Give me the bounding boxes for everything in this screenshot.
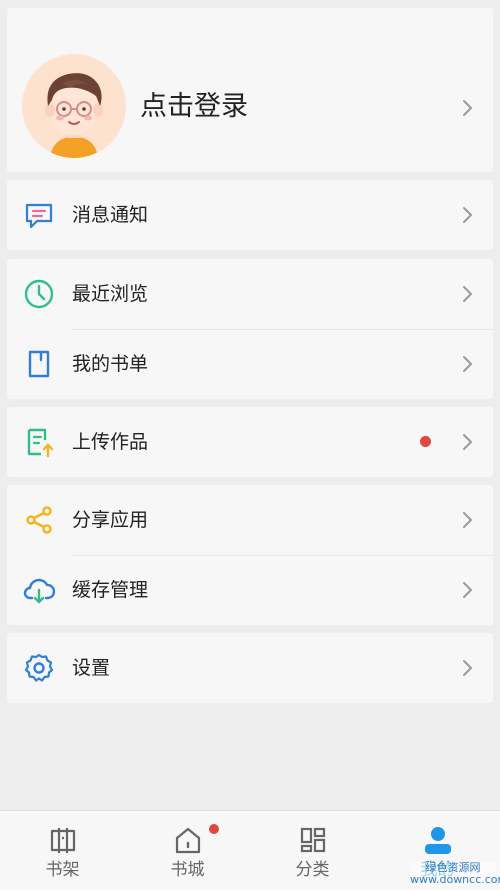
- menu-item-share[interactable]: 分享应用: [7, 485, 493, 555]
- person-icon: [425, 827, 451, 854]
- menu-group-upload: 上传作品: [7, 407, 493, 477]
- menu-label: 缓存管理: [72, 579, 149, 601]
- watermark-logo: 绿色资源网 www.downcc.com: [410, 862, 500, 886]
- menu-label: 设置: [72, 657, 111, 679]
- tab-bookstore[interactable]: 书城: [125, 811, 250, 890]
- upload-document-icon: [27, 428, 54, 458]
- home-icon: [175, 827, 201, 854]
- chevron-right-icon: [463, 660, 472, 676]
- bookshelf-icon: [50, 828, 76, 853]
- chevron-right-icon: [463, 434, 472, 450]
- menu-item-cache[interactable]: 缓存管理: [7, 555, 493, 625]
- chevron-right-icon: [463, 582, 472, 598]
- chevron-right-icon: [463, 512, 472, 528]
- category-icon: [300, 827, 326, 853]
- notification-dot: [420, 436, 431, 447]
- menu-label: 消息通知: [72, 204, 149, 226]
- menu-item-settings[interactable]: 设置: [7, 633, 493, 703]
- menu-item-messages[interactable]: 消息通知: [7, 180, 493, 250]
- chevron-right-icon: [463, 207, 472, 223]
- tab-bookshelf[interactable]: 书架: [0, 811, 125, 890]
- login-prompt[interactable]: 点击登录: [140, 89, 248, 125]
- cloud-download-icon: [23, 578, 55, 604]
- share-icon: [26, 506, 52, 534]
- gear-icon: [24, 653, 54, 682]
- menu-label: 上传作品: [72, 431, 149, 453]
- message-icon: [25, 203, 53, 229]
- avatar[interactable]: [22, 54, 126, 158]
- chevron-right-icon: [463, 286, 472, 302]
- menu-item-booklist[interactable]: 我的书单: [7, 329, 493, 399]
- menu-group-reading: 最近浏览 我的书单: [7, 259, 493, 399]
- menu-group-messages: 消息通知: [7, 180, 493, 250]
- menu-label: 我的书单: [72, 353, 149, 375]
- clock-icon: [24, 279, 54, 309]
- menu-item-upload[interactable]: 上传作品: [7, 407, 493, 477]
- menu-group-settings: 设置: [7, 633, 493, 703]
- chevron-right-icon: [463, 100, 472, 116]
- watermark-line: www.downcc.com: [410, 873, 500, 886]
- tab-category[interactable]: 分类: [250, 811, 375, 890]
- chevron-right-icon: [463, 356, 472, 372]
- tab-label: 书架: [45, 860, 80, 880]
- avatar-illustration: [22, 54, 126, 158]
- menu-group-app: 分享应用 缓存管理: [7, 485, 493, 625]
- tab-label: 书城: [170, 860, 205, 880]
- menu-label: 分享应用: [72, 509, 149, 531]
- menu-item-recent[interactable]: 最近浏览: [7, 259, 493, 329]
- profile-card[interactable]: 点击登录: [7, 8, 493, 172]
- tab-label: 分类: [295, 860, 330, 880]
- menu-label: 最近浏览: [72, 283, 149, 305]
- notification-dot: [209, 824, 219, 834]
- book-icon: [28, 350, 50, 378]
